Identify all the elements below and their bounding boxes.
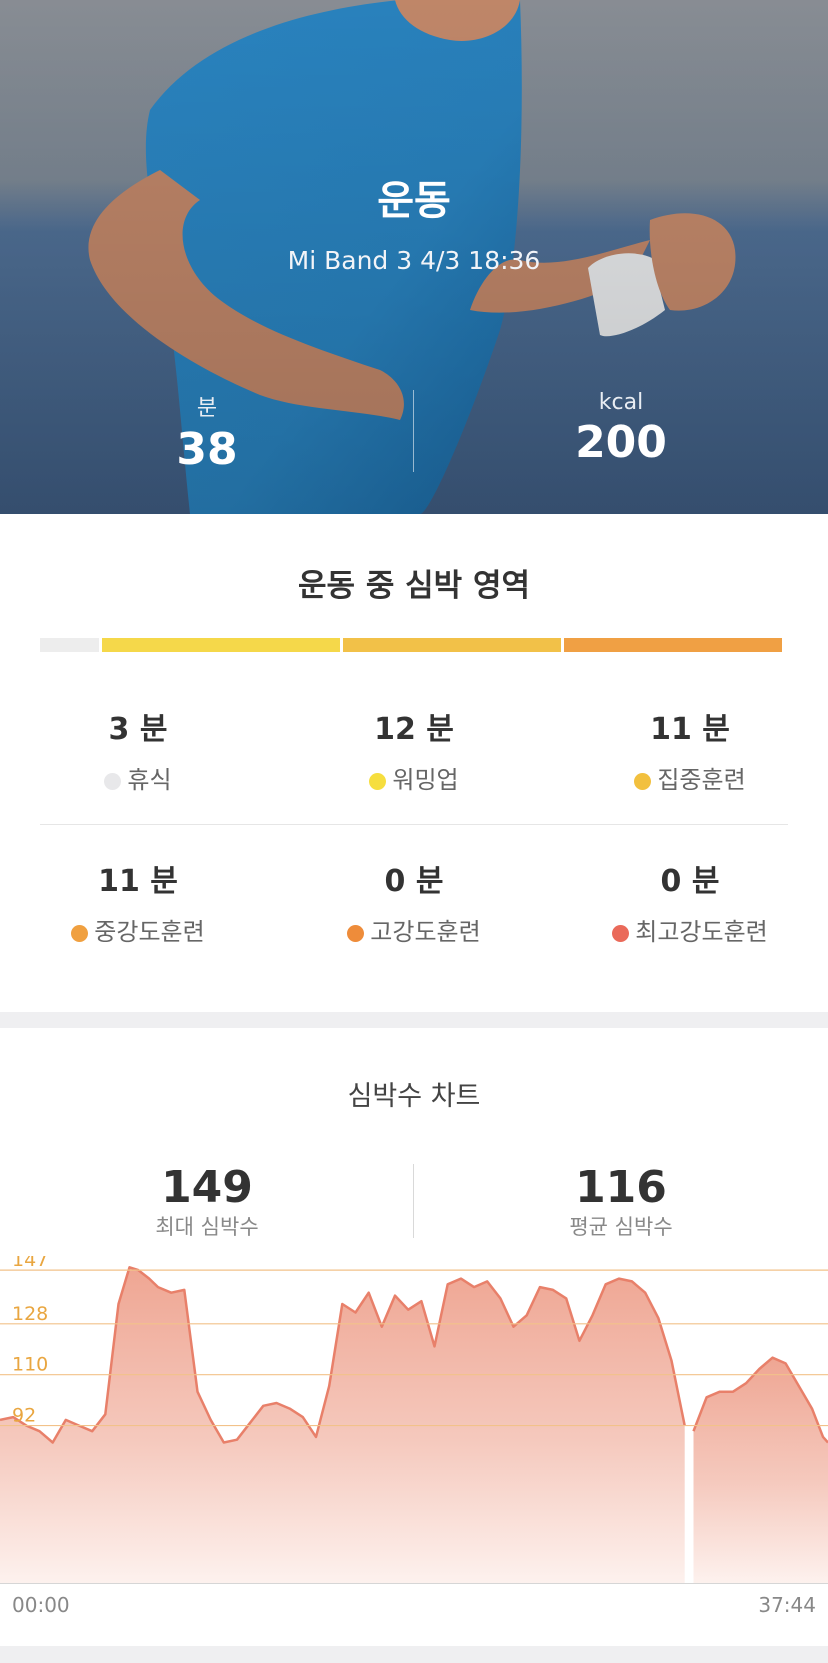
zone-minutes: 12 분 xyxy=(374,712,454,747)
calories-value: 200 xyxy=(575,417,667,468)
duration-value: 38 xyxy=(176,424,238,475)
zone-dot-icon xyxy=(612,925,630,942)
heart-rate-chart-card: 심박수 차트 149 최대 심박수 116 평균 심박수 147 128 110 92… xyxy=(0,1028,828,1646)
zone-minutes: 11 분 xyxy=(98,864,178,899)
heart-rate-series-b-area xyxy=(693,1357,828,1583)
zone-threshold-label: 92 xyxy=(12,1405,36,1427)
avg-heart-rate-label: 평균 심박수 xyxy=(569,1215,673,1239)
zone-threshold-label: 128 xyxy=(12,1303,48,1325)
zone-dot-icon xyxy=(369,773,387,790)
zone-moderate: 11 분 중강도훈련 xyxy=(0,856,276,947)
avg-heart-rate-value: 116 xyxy=(575,1162,667,1213)
zone-max: 0 분 최고강도훈련 xyxy=(552,856,828,947)
heart-rate-chart-title: 심박수 차트 xyxy=(347,1081,481,1112)
zone-minutes: 0 분 xyxy=(384,864,444,899)
zone-label: 워밍업 xyxy=(392,766,459,794)
zone-bar-segment xyxy=(102,638,341,652)
calories-unit: kcal xyxy=(598,390,644,415)
zone-high: 0 분 고강도훈련 xyxy=(276,856,552,947)
zone-threshold-label: 147 xyxy=(12,1256,48,1271)
zone-threshold-label: 110 xyxy=(12,1354,48,1376)
heart-rate-chart: 147 128 110 92 xyxy=(0,1256,828,1583)
zone-minutes: 11 분 xyxy=(650,712,730,747)
zone-dot-icon xyxy=(347,925,365,942)
max-heart-rate-value: 149 xyxy=(161,1162,253,1213)
x-axis-start-label: 00:00 xyxy=(12,1593,70,1617)
workout-title: 운동 xyxy=(377,178,451,224)
avg-heart-rate: 116 평균 심박수 xyxy=(414,1162,828,1241)
zone-bar-segment xyxy=(343,638,562,652)
zone-focus: 11 분 집중훈련 xyxy=(552,704,828,795)
zone-label: 중강도훈련 xyxy=(94,918,205,946)
zone-minutes: 3 분 xyxy=(108,712,168,747)
heart-rate-zones-card: 운동 중 심박 영역 3 분 휴식 12 분 워밍업 11 분 집중훈련 11 … xyxy=(0,514,828,1012)
x-axis-line xyxy=(0,1583,828,1584)
workout-hero: 운동 Mi Band 3 4/3 18:36 분 38 kcal 200 xyxy=(0,0,828,514)
zone-label: 휴식 xyxy=(127,766,172,794)
zone-dot-icon xyxy=(104,773,122,790)
duration-unit: 분 xyxy=(196,396,218,421)
zone-rest: 3 분 휴식 xyxy=(0,704,276,795)
zone-warmup: 12 분 워밍업 xyxy=(276,704,552,795)
zone-dot-icon xyxy=(634,773,652,790)
zone-bar-segment xyxy=(564,638,782,652)
zone-minutes: 0 분 xyxy=(660,864,720,899)
max-heart-rate: 149 최대 심박수 xyxy=(0,1162,414,1241)
zone-label: 최고강도훈련 xyxy=(635,918,768,946)
max-heart-rate-label: 최대 심박수 xyxy=(155,1215,259,1239)
duration-stat: 분 38 xyxy=(0,390,414,475)
x-axis-end-label: 37:44 xyxy=(758,1593,816,1617)
zone-bar-segment xyxy=(40,638,100,652)
zone-dot-icon xyxy=(71,925,89,942)
zone-label: 집중훈련 xyxy=(657,766,746,794)
workout-device-time: Mi Band 3 4/3 18:36 xyxy=(287,246,541,275)
zones-divider xyxy=(40,824,788,825)
calories-stat: kcal 200 xyxy=(414,390,828,468)
zone-label: 고강도훈련 xyxy=(370,918,481,946)
zones-title: 운동 중 심박 영역 xyxy=(297,568,531,604)
